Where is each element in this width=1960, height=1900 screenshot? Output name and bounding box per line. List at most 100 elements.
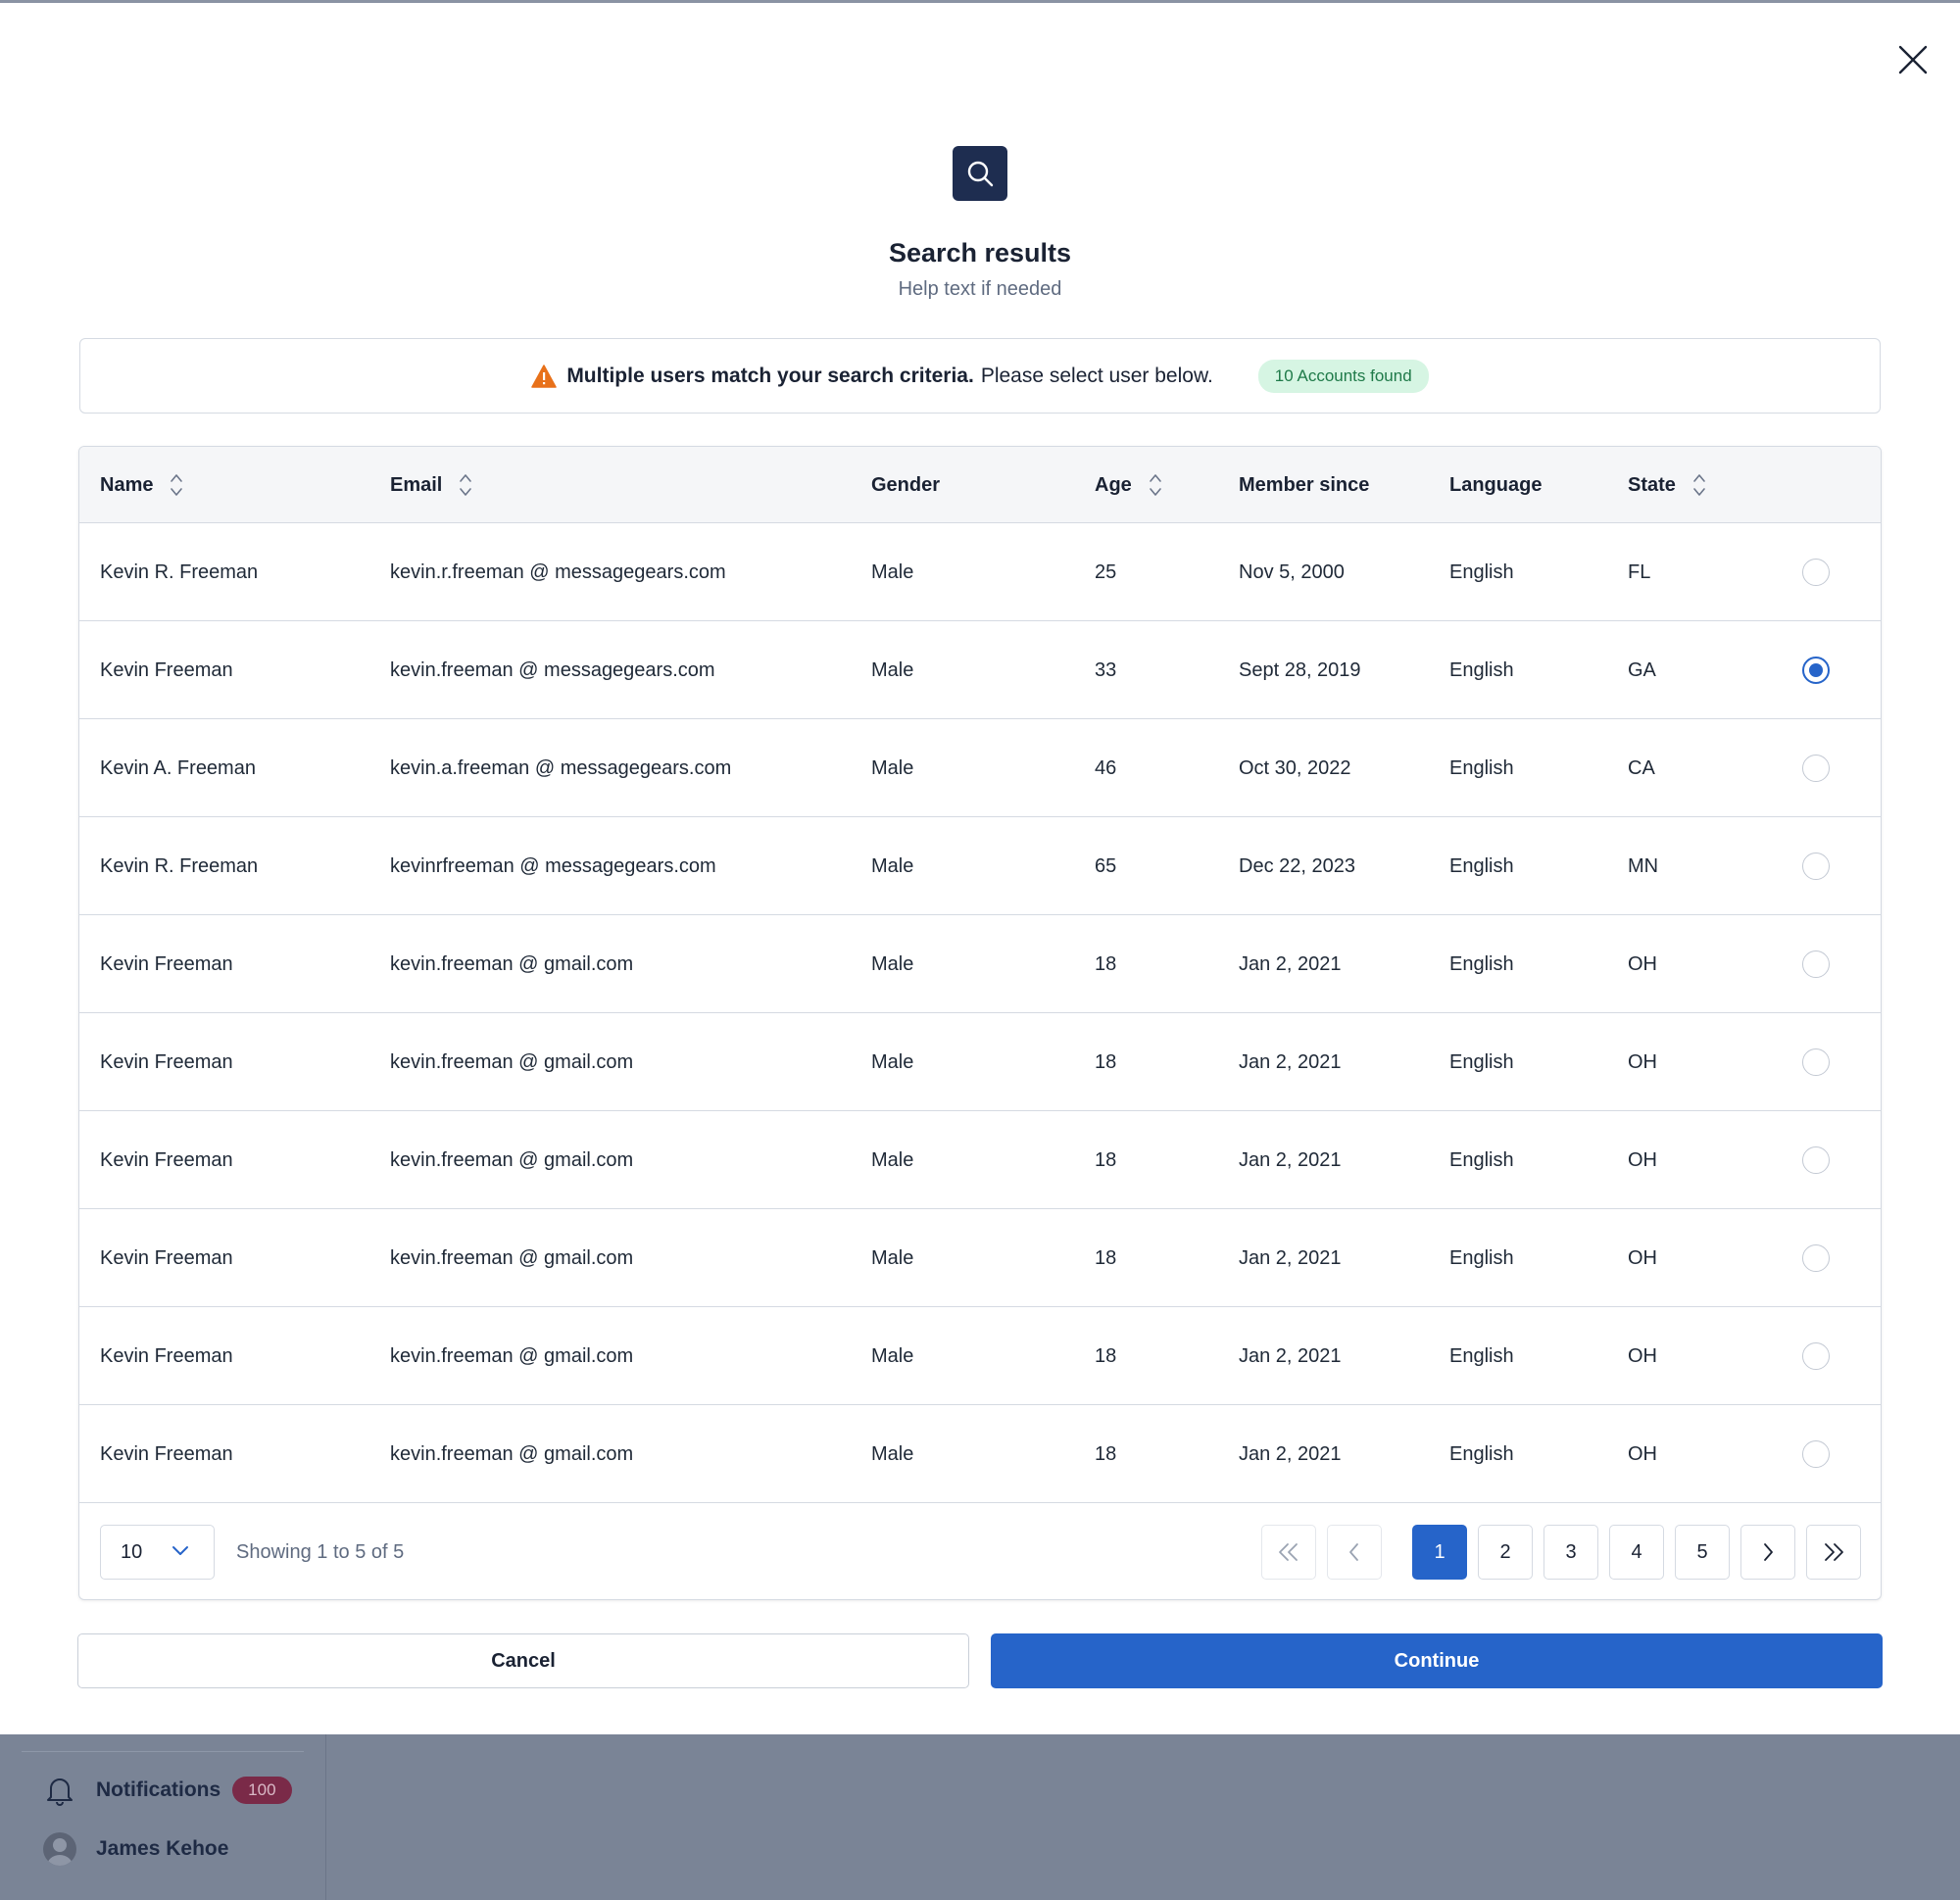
row-select-radio[interactable]	[1802, 950, 1830, 978]
sort-icon[interactable]	[1148, 471, 1163, 499]
cell-state: OH	[1628, 1246, 1657, 1269]
user-name: James Kehoe	[96, 1837, 229, 1860]
close-button[interactable]	[1893, 40, 1933, 79]
table-row[interactable]: Kevin R. Freeman kevin.r.freeman @ messag…	[79, 523, 1881, 621]
row-select-radio[interactable]	[1802, 657, 1830, 684]
cell-gender: Male	[871, 1050, 914, 1073]
table-row[interactable]: Kevin R. Freeman kevinrfreeman @ messageg…	[79, 817, 1881, 915]
cell-gender: Male	[871, 658, 914, 681]
cell-name: Kevin Freeman	[100, 658, 233, 681]
cell-gender: Male	[871, 560, 914, 583]
table-row[interactable]: Kevin Freeman kevin.freeman @ gmail.com Ma…	[79, 915, 1881, 1013]
page-button-5[interactable]: 5	[1675, 1525, 1730, 1580]
cell-member-since: Jan 2, 2021	[1239, 1050, 1342, 1073]
cell-email: kevin.freeman @ gmail.com	[390, 1246, 634, 1269]
page-button-4[interactable]: 4	[1609, 1525, 1664, 1580]
table-row[interactable]: Kevin A. Freeman kevin.a.freeman @ messag…	[79, 719, 1881, 817]
row-select-radio[interactable]	[1802, 1244, 1830, 1272]
chevron-left-icon	[1349, 1543, 1358, 1561]
column-label: Age	[1095, 473, 1132, 496]
sort-icon[interactable]	[169, 471, 184, 499]
cell-gender: Male	[871, 854, 914, 877]
cell-language: English	[1449, 952, 1514, 975]
row-select-radio[interactable]	[1802, 755, 1830, 782]
notifications-label: Notifications	[96, 1778, 221, 1801]
cell-gender: Male	[871, 1344, 914, 1367]
cell-age: 18	[1095, 1148, 1117, 1171]
cell-state: MN	[1628, 854, 1659, 877]
column-header-email[interactable]: Email	[390, 447, 473, 523]
column-header-gender: Gender	[871, 447, 940, 523]
cell-name: Kevin R. Freeman	[100, 560, 259, 583]
sidebar-item-notifications[interactable]: Notifications 100	[43, 1774, 292, 1807]
results-table: Name Email Gender Age Member since Langu…	[78, 446, 1882, 1600]
cell-gender: Male	[871, 1442, 914, 1465]
sort-icon[interactable]	[1691, 471, 1707, 499]
cell-state: OH	[1628, 1344, 1657, 1367]
cell-email: kevinrfreeman @ messagegears.com	[390, 854, 716, 877]
continue-button[interactable]: Continue	[991, 1633, 1883, 1688]
table-body: Kevin R. Freeman kevin.r.freeman @ messag…	[79, 523, 1881, 1503]
next-page-button[interactable]	[1740, 1525, 1795, 1580]
page-button-1[interactable]: 1	[1412, 1525, 1467, 1580]
row-select-radio[interactable]	[1802, 853, 1830, 880]
cell-member-since: Jan 2, 2021	[1239, 1442, 1342, 1465]
cell-gender: Male	[871, 756, 914, 779]
cell-state: OH	[1628, 1148, 1657, 1171]
column-header-age[interactable]: Age	[1095, 447, 1163, 523]
page-button-2[interactable]: 2	[1478, 1525, 1533, 1580]
row-select-radio[interactable]	[1802, 1146, 1830, 1174]
first-page-button[interactable]	[1261, 1525, 1316, 1580]
pagination-bar: 10 Showing 1 to 5 of 5 12345	[79, 1503, 1881, 1599]
cell-language: English	[1449, 658, 1514, 681]
column-header-state[interactable]: State	[1628, 447, 1707, 523]
table-row[interactable]: Kevin Freeman kevin.freeman @ gmail.com Ma…	[79, 1111, 1881, 1209]
background-sidebar	[0, 1734, 326, 1900]
cell-name: Kevin R. Freeman	[100, 854, 259, 877]
cell-state: CA	[1628, 756, 1655, 779]
row-select-radio[interactable]	[1802, 1048, 1830, 1076]
cell-gender: Male	[871, 952, 914, 975]
cell-language: English	[1449, 1148, 1514, 1171]
cell-member-since: Oct 30, 2022	[1239, 756, 1351, 779]
cell-member-since: Jan 2, 2021	[1239, 1148, 1342, 1171]
search-results-modal: Search results Help text if needed Multi…	[0, 0, 1960, 1734]
cell-email: kevin.freeman @ gmail.com	[390, 1050, 634, 1073]
showing-count: Showing 1 to 5 of 5	[236, 1540, 405, 1563]
previous-page-button[interactable]	[1327, 1525, 1382, 1580]
column-label: Member since	[1239, 473, 1370, 496]
column-header-name[interactable]: Name	[100, 447, 184, 523]
cell-member-since: Jan 2, 2021	[1239, 1246, 1342, 1269]
table-row[interactable]: Kevin Freeman kevin.freeman @ gmail.com Ma…	[79, 1013, 1881, 1111]
row-select-radio[interactable]	[1802, 1342, 1830, 1370]
cell-state: FL	[1628, 560, 1651, 583]
cell-age: 25	[1095, 560, 1117, 583]
cell-language: English	[1449, 756, 1514, 779]
cell-email: kevin.freeman @ gmail.com	[390, 1344, 634, 1367]
modal-title: Search results	[888, 238, 1072, 268]
chevrons-right-icon	[1825, 1543, 1843, 1561]
page-button-3[interactable]: 3	[1544, 1525, 1598, 1580]
table-row[interactable]: Kevin Freeman kevin.freeman @ gmail.com Ma…	[79, 1209, 1881, 1307]
cell-age: 18	[1095, 1246, 1117, 1269]
sort-icon[interactable]	[458, 471, 473, 499]
cell-name: Kevin Freeman	[100, 952, 233, 975]
table-row[interactable]: Kevin Freeman kevin.freeman @ gmail.com Ma…	[79, 1405, 1881, 1503]
table-row[interactable]: Kevin Freeman kevin.freeman @ messagegear…	[79, 621, 1881, 719]
last-page-button[interactable]	[1806, 1525, 1861, 1580]
table-header: Name Email Gender Age Member since Langu…	[79, 447, 1881, 523]
cell-age: 33	[1095, 658, 1117, 681]
cell-name: Kevin A. Freeman	[100, 756, 256, 779]
cell-email: kevin.freeman @ gmail.com	[390, 1442, 634, 1465]
row-select-radio[interactable]	[1802, 559, 1830, 586]
sidebar-item-user[interactable]: James Kehoe	[43, 1832, 228, 1866]
chevrons-left-icon	[1279, 1543, 1298, 1561]
column-label: State	[1628, 473, 1676, 496]
cell-age: 18	[1095, 952, 1117, 975]
cell-age: 46	[1095, 756, 1117, 779]
page-size-select[interactable]: 10	[100, 1525, 215, 1580]
cancel-button[interactable]: Cancel	[77, 1633, 969, 1688]
row-select-radio[interactable]	[1802, 1440, 1830, 1468]
table-row[interactable]: Kevin Freeman kevin.freeman @ gmail.com Ma…	[79, 1307, 1881, 1405]
cell-member-since: Jan 2, 2021	[1239, 1344, 1342, 1367]
